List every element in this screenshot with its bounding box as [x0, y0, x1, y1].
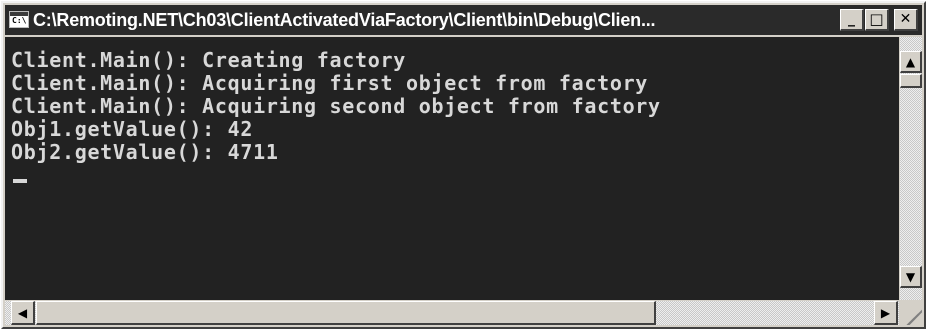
console-line: Obj2.getValue(): 4711 — [11, 140, 279, 164]
console-window: C:\ C:\Remoting.NET\Ch03\ClientActivated… — [1, 1, 926, 329]
scroll-down-button[interactable]: ▼ — [900, 266, 922, 288]
close-button[interactable]: ✕ — [894, 9, 918, 31]
console-output[interactable]: Client.Main(): Creating factory Client.M… — [5, 37, 899, 300]
scroll-left-button[interactable]: ◀ — [11, 301, 35, 325]
console-line: Client.Main(): Acquiring second object f… — [11, 94, 661, 118]
console-line: Client.Main(): Creating factory — [11, 48, 406, 72]
horizontal-scroll-thumb[interactable] — [36, 301, 656, 325]
text-cursor — [13, 179, 27, 183]
up-arrow-icon: ▲ — [905, 55, 916, 69]
left-arrow-icon: ◀ — [17, 306, 28, 320]
vertical-scroll-thumb[interactable] — [900, 74, 922, 88]
console-line: Obj1.getValue(): 42 — [11, 117, 254, 141]
scroll-right-button[interactable]: ▶ — [874, 301, 898, 325]
right-arrow-icon: ▶ — [880, 306, 891, 320]
title-bar[interactable]: C:\ C:\Remoting.NET\Ch03\ClientActivated… — [5, 5, 922, 35]
window-title: C:\Remoting.NET\Ch03\ClientActivatedViaF… — [33, 10, 656, 30]
minimize-button[interactable]: _ — [840, 9, 864, 31]
horizontal-scrollbar[interactable]: ◀ ▶ — [5, 301, 899, 325]
maximize-button[interactable]: □ — [865, 9, 889, 31]
scroll-up-button[interactable]: ▲ — [900, 51, 922, 73]
resize-grip-icon[interactable] — [900, 301, 922, 325]
console-app-icon[interactable]: C:\ — [9, 11, 29, 28]
vertical-scrollbar[interactable]: ▲ ▼ — [900, 37, 922, 300]
down-arrow-icon: ▼ — [905, 270, 916, 284]
console-line: Client.Main(): Acquiring first object fr… — [11, 71, 649, 95]
